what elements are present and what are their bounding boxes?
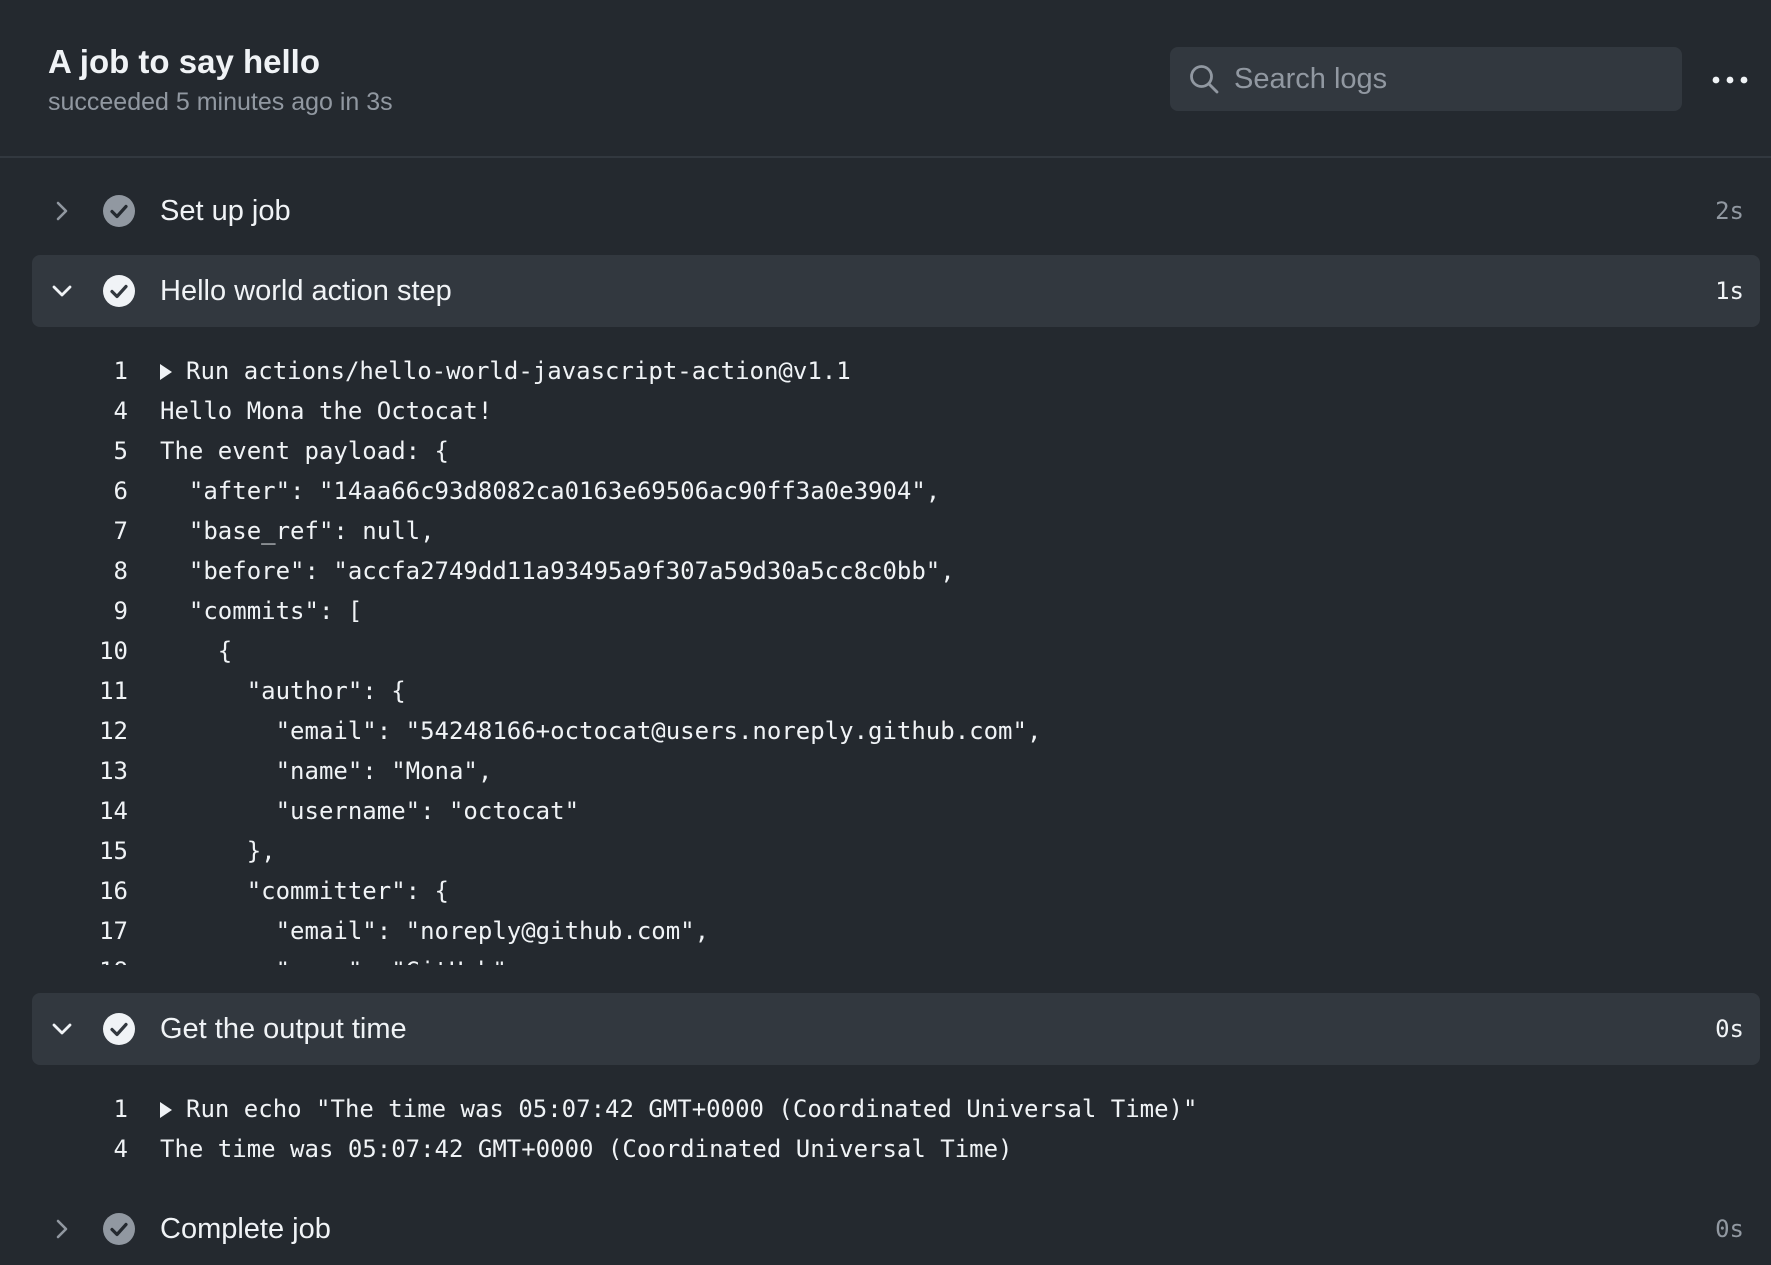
- log-line: 10 {: [0, 631, 1771, 671]
- log-line: 1 Run echo "The time was 05:07:42 GMT+000…: [0, 1089, 1771, 1129]
- step-log-get-the-output-time: 1 Run echo "The time was 05:07:42 GMT+000…: [0, 1089, 1771, 1169]
- line-number[interactable]: 1: [60, 1089, 128, 1129]
- line-number[interactable]: 7: [60, 511, 128, 551]
- log-line: 12 "email": "54248166+octocat@users.nore…: [0, 711, 1771, 751]
- job-header: A job to say hello succeeded 5 minutes a…: [0, 0, 1771, 158]
- step-log-hello-world-action-step: 1 Run actions/hello-world-javascript-acti…: [0, 351, 1771, 965]
- chevron-down-icon: [52, 1023, 72, 1035]
- log-text: "before": "accfa2749dd11a93495a9f307a59d…: [160, 557, 955, 585]
- log-text: Hello Mona the Octocat!: [160, 397, 493, 425]
- log-text: The time was 05:07:42 GMT+0000 (Coordina…: [160, 1135, 1013, 1163]
- log-line: 11 "author": {: [0, 671, 1771, 711]
- step-name: Set up job: [160, 195, 291, 227]
- line-number[interactable]: 4: [60, 391, 128, 431]
- log-line: 18 "name": "GitHub",: [0, 951, 1771, 965]
- log-text: Run echo "The time was 05:07:42 GMT+0000…: [186, 1095, 1198, 1123]
- log-line: 15 },: [0, 831, 1771, 871]
- line-number[interactable]: 18: [60, 951, 128, 965]
- chevron-right-icon: [56, 201, 68, 221]
- line-number[interactable]: 10: [60, 631, 128, 671]
- search-icon: [1190, 65, 1219, 94]
- log-text: Run actions/hello-world-javascript-actio…: [186, 357, 851, 385]
- line-number[interactable]: 5: [60, 431, 128, 471]
- log-line: 4 Hello Mona the Octocat!: [0, 391, 1771, 431]
- log-text: },: [160, 837, 276, 865]
- step-row-get-the-output-time[interactable]: Get the output time 0s: [32, 993, 1760, 1065]
- log-text: "committer": {: [160, 877, 449, 905]
- line-number[interactable]: 15: [60, 831, 128, 871]
- check-circle-fill-icon: [103, 1213, 135, 1245]
- log-line: 8 "before": "accfa2749dd11a93495a9f307a5…: [0, 551, 1771, 591]
- log-text: The event payload: {: [160, 437, 449, 465]
- check-circle-fill-icon: [103, 275, 135, 307]
- line-number[interactable]: 17: [60, 911, 128, 951]
- step-name: Hello world action step: [160, 275, 452, 307]
- log-line: 7 "base_ref": null,: [0, 511, 1771, 551]
- step-duration: 0s: [1715, 1215, 1744, 1243]
- step-row-complete-job[interactable]: Complete job 0s: [32, 1193, 1760, 1265]
- log-text: "after": "14aa66c93d8082ca0163e69506ac90…: [160, 477, 941, 505]
- step-row-set-up-job[interactable]: Set up job 2s: [32, 175, 1760, 247]
- step-row-hello-world-action-step[interactable]: Hello world action step 1s: [32, 255, 1760, 327]
- log-text: "author": {: [160, 677, 406, 705]
- log-line: 13 "name": "Mona",: [0, 751, 1771, 791]
- check-circle-fill-icon: [103, 1013, 135, 1045]
- search-logs-input[interactable]: [1234, 47, 1664, 111]
- step-duration: 2s: [1715, 197, 1744, 225]
- step-duration: 1s: [1715, 277, 1744, 305]
- log-line: 9 "commits": [: [0, 591, 1771, 631]
- log-text: "username": "octocat": [160, 797, 580, 825]
- check-circle-fill-icon: [103, 195, 135, 227]
- triangle-right-icon[interactable]: [160, 1102, 172, 1118]
- log-line: 1 Run actions/hello-world-javascript-acti…: [0, 351, 1771, 391]
- line-number[interactable]: 13: [60, 751, 128, 791]
- log-line: 4 The time was 05:07:42 GMT+0000 (Coordin…: [0, 1129, 1771, 1169]
- chevron-right-icon: [56, 1219, 68, 1239]
- line-number[interactable]: 9: [60, 591, 128, 631]
- log-text: {: [160, 637, 233, 665]
- log-text: "email": "54248166+octocat@users.noreply…: [160, 717, 1042, 745]
- line-number[interactable]: 8: [60, 551, 128, 591]
- log-line: 17 "email": "noreply@github.com",: [0, 911, 1771, 951]
- log-line: 6 "after": "14aa66c93d8082ca0163e69506ac…: [0, 471, 1771, 511]
- line-number[interactable]: 6: [60, 471, 128, 511]
- line-number[interactable]: 11: [60, 671, 128, 711]
- line-number[interactable]: 16: [60, 871, 128, 911]
- log-line: 16 "committer": {: [0, 871, 1771, 911]
- job-status: succeeded 5 minutes ago in 3s: [48, 88, 393, 116]
- line-number[interactable]: 12: [60, 711, 128, 751]
- chevron-down-icon: [52, 285, 72, 297]
- triangle-right-icon[interactable]: [160, 364, 172, 380]
- line-number[interactable]: 1: [60, 351, 128, 391]
- search-logs-box[interactable]: [1170, 47, 1682, 111]
- log-text: "name": "GitHub",: [160, 951, 522, 965]
- log-text: "base_ref": null,: [160, 517, 435, 545]
- step-name: Get the output time: [160, 1013, 407, 1045]
- step-name: Complete job: [160, 1213, 331, 1245]
- step-duration: 0s: [1715, 1015, 1744, 1043]
- log-line: 14 "username": "octocat": [0, 791, 1771, 831]
- line-number[interactable]: 14: [60, 791, 128, 831]
- log-line: 5 The event payload: {: [0, 431, 1771, 471]
- job-title: A job to say hello: [48, 43, 320, 80]
- line-number[interactable]: 4: [60, 1129, 128, 1169]
- kebab-horizontal-icon[interactable]: [1706, 62, 1754, 98]
- log-text: "name": "Mona",: [160, 757, 493, 785]
- log-text: "email": "noreply@github.com",: [160, 917, 710, 945]
- log-text: "commits": [: [160, 597, 363, 625]
